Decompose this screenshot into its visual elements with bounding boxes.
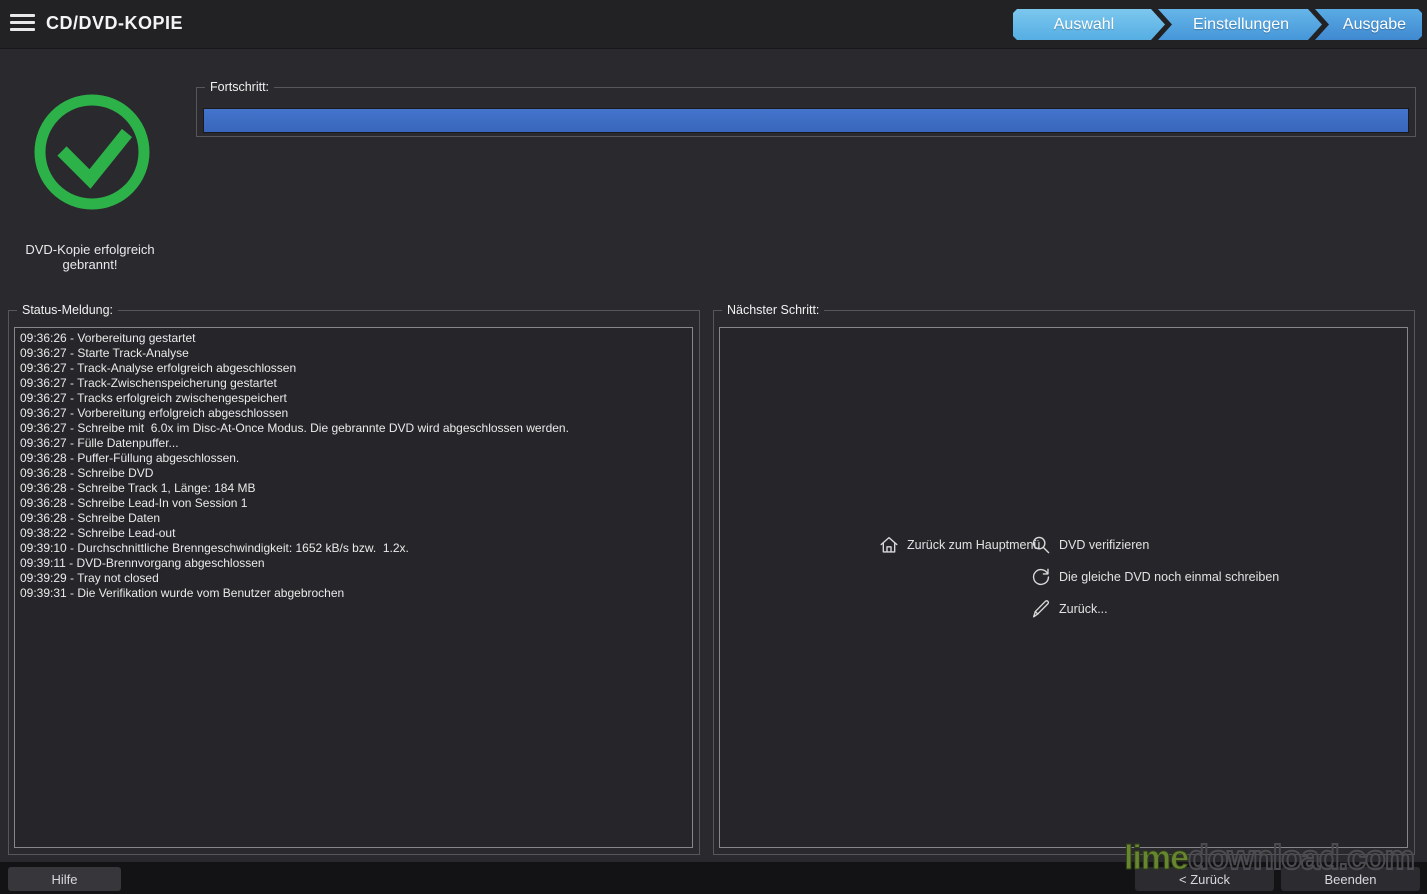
header-bar: CD/DVD-KOPIE Auswahl Einstellungen Ausga… [0, 0, 1427, 49]
status-groupbox: Status-Meldung: 09:36:26 - Vorbereitung … [8, 303, 700, 855]
log-line: 09:36:28 - Schreibe DVD [20, 466, 154, 480]
next-step-groupbox: Nächster Schritt: Zurück zum Hauptmenü D… [713, 303, 1415, 855]
help-button[interactable]: Hilfe [8, 867, 121, 891]
option-label: Zurück... [1059, 602, 1108, 616]
quit-button[interactable]: Beenden [1281, 867, 1420, 891]
progress-label: Fortschritt: [205, 80, 275, 95]
option-back-to-main-menu[interactable]: Zurück zum Hauptmenü [878, 534, 1040, 556]
pencil-icon [1032, 600, 1050, 618]
hamburger-menu-icon[interactable] [10, 14, 35, 35]
breadcrumb-step-ausgabe[interactable]: Ausgabe [1315, 9, 1422, 40]
log-line: 09:36:28 - Puffer-Füllung abgeschlossen. [20, 451, 240, 465]
option-label: DVD verifizieren [1059, 538, 1150, 552]
log-line: 09:36:27 - Tracks erfolgreich zwischenge… [20, 391, 287, 405]
log-line: 09:36:26 - Vorbereitung gestartet [20, 331, 196, 345]
log-line: 09:39:10 - Durchschnittliche Brenngeschw… [20, 541, 409, 555]
next-step-label: Nächster Schritt: [722, 303, 825, 318]
log-line: 09:36:27 - Track-Zwischenspeicherung ges… [20, 376, 277, 390]
page-title: CD/DVD-KOPIE [46, 13, 184, 33]
footer-bar: Hilfe < Zurück Beenden [0, 862, 1427, 894]
log-line: 09:36:27 - Vorbereitung erfolgreich abge… [20, 406, 289, 420]
option-label: Die gleiche DVD noch einmal schreiben [1059, 570, 1280, 584]
option-verify-dvd[interactable]: DVD verifizieren [1030, 534, 1149, 556]
option-write-same-dvd-again[interactable]: Die gleiche DVD noch einmal schreiben [1030, 566, 1279, 588]
refresh-icon [1032, 568, 1050, 586]
log-line: 09:36:28 - Schreibe Lead-In von Session … [20, 496, 248, 510]
breadcrumb: Auswahl Einstellungen Ausgabe [1013, 9, 1422, 40]
log-line: 09:36:27 - Schreibe mit 6.0x im Disc-At-… [20, 421, 569, 435]
breadcrumb-step-einstellungen[interactable]: Einstellungen [1158, 9, 1322, 40]
option-label: Zurück zum Hauptmenü [907, 538, 1041, 552]
log-line: 09:38:22 - Schreibe Lead-out [20, 526, 176, 540]
next-step-panel: Zurück zum Hauptmenü DVD verifizieren Di… [719, 327, 1408, 848]
result-message: DVD-Kopie erfolgreich gebrannt! [25, 242, 155, 272]
log-line: 09:36:28 - Schreibe Track 1, Länge: 184 … [20, 481, 256, 495]
log-line: 09:39:31 - Die Verifikation wurde vom Be… [20, 586, 345, 600]
log-line: 09:39:29 - Tray not closed [20, 571, 159, 585]
back-button[interactable]: < Zurück [1135, 867, 1274, 891]
success-check-icon [34, 94, 150, 210]
progress-groupbox: Fortschritt: [196, 80, 1416, 137]
option-go-back[interactable]: Zurück... [1030, 598, 1108, 620]
status-log-list[interactable]: 09:36:26 - Vorbereitung gestartet 09:36:2… [14, 327, 693, 848]
progress-bar-fill [204, 109, 1408, 132]
log-line: 09:36:28 - Schreibe Daten [20, 511, 161, 525]
breadcrumb-step-auswahl[interactable]: Auswahl [1013, 9, 1165, 40]
log-line: 09:39:11 - DVD-Brennvorgang abgeschlosse… [20, 556, 265, 570]
log-line: 09:36:27 - Track-Analyse erfolgreich abg… [20, 361, 297, 375]
progress-bar [203, 108, 1409, 133]
status-label: Status-Meldung: [17, 303, 119, 318]
log-line: 09:36:27 - Starte Track-Analyse [20, 346, 189, 360]
magnifier-icon [1032, 536, 1050, 554]
home-icon [880, 536, 898, 553]
log-line: 09:36:27 - Fülle Datenpuffer... [20, 436, 179, 450]
